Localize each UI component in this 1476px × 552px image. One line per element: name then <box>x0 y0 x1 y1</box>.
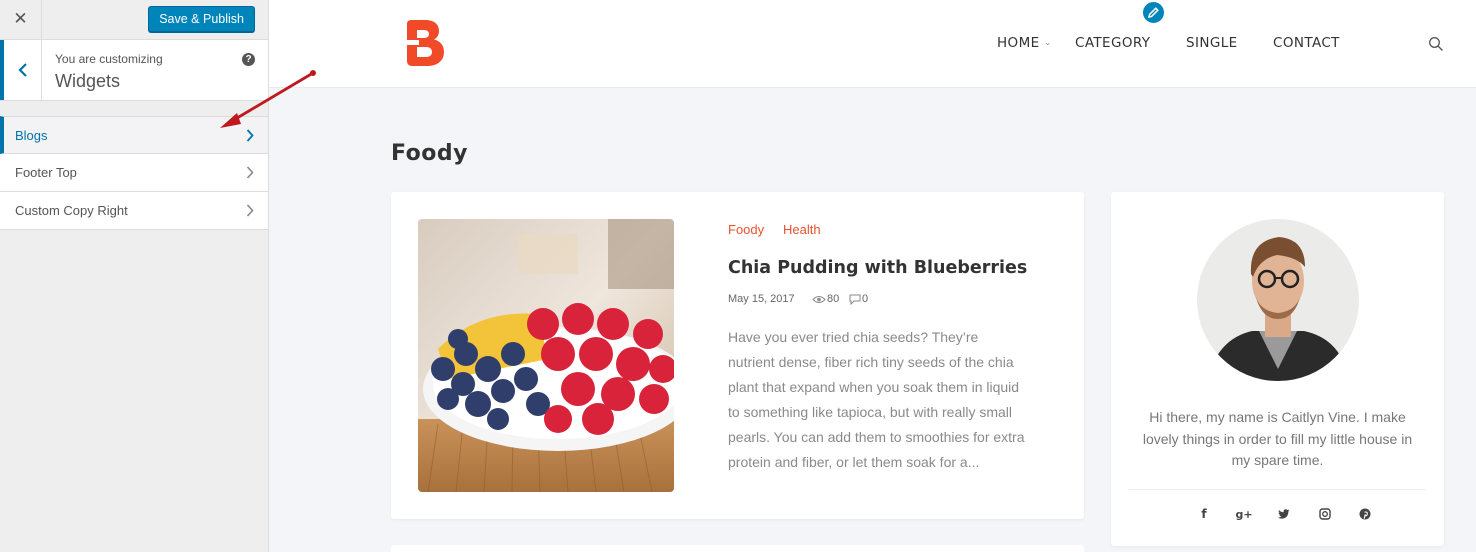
customizer-header: ✕ Save & Publish <box>0 0 268 40</box>
post-category-link[interactable]: Health <box>783 222 821 237</box>
widget-divider <box>1129 489 1426 490</box>
facebook-icon[interactable]: f <box>1195 506 1213 522</box>
page-title: Foody <box>391 141 468 166</box>
save-publish-button[interactable]: Save & Publish <box>148 6 255 32</box>
chevron-right-icon <box>246 204 254 217</box>
widget-area-label: Custom Copy Right <box>15 203 128 218</box>
widget-area-blogs[interactable]: Blogs <box>0 116 268 154</box>
site-header: HOME ⌄ CATEGORY SINGLE CONTACT <box>269 0 1476 88</box>
panel-title: Widgets <box>55 71 121 91</box>
post-category-link[interactable]: Foody <box>728 222 764 237</box>
next-post-card <box>391 545 1084 552</box>
widget-area-footer-top[interactable]: Footer Top <box>0 154 268 192</box>
widget-area-custom-copy-right[interactable]: Custom Copy Right <box>0 192 268 230</box>
chevron-right-icon <box>246 166 254 179</box>
chevron-down-icon: ⌄ <box>1044 37 1052 47</box>
post-excerpt: Have you ever tried chia seeds? They’re … <box>728 329 1025 470</box>
about-widget: Hi there, my name is Caitlyn Vine. I mak… <box>1111 192 1444 546</box>
post-views: 80 <box>827 293 840 305</box>
nav-contact[interactable]: CONTACT <box>1273 35 1340 51</box>
widget-area-list: Blogs Footer Top Custom Copy Right <box>0 116 268 230</box>
customizing-context-label: You are customizing <box>55 52 163 66</box>
back-button[interactable] <box>0 40 42 100</box>
customizer-sidebar: ✕ Save & Publish You are customizing Wid… <box>0 0 269 552</box>
post-card: Foody Health Chia Pudding with Blueberri… <box>391 192 1084 519</box>
twitter-icon[interactable] <box>1275 506 1293 522</box>
customizer-info: You are customizing Widgets ? <box>0 40 268 101</box>
search-icon[interactable] <box>1428 36 1444 52</box>
help-icon[interactable]: ? <box>242 53 255 66</box>
post-comments-count: 0 <box>862 293 869 305</box>
chevron-right-icon <box>246 129 254 142</box>
nav-single[interactable]: SINGLE <box>1186 35 1238 51</box>
pinterest-icon[interactable] <box>1356 506 1374 522</box>
post-image-berries[interactable] <box>418 219 674 492</box>
widget-area-label: Blogs <box>15 128 48 143</box>
close-icon: ✕ <box>13 9 28 29</box>
author-bio: Hi there, my name is Caitlyn Vine. I mak… <box>1142 409 1413 468</box>
comment-icon <box>849 294 861 305</box>
author-avatar <box>1197 219 1359 381</box>
nav-home[interactable]: HOME <box>997 35 1040 51</box>
edit-shortcut-button[interactable] <box>1141 0 1166 25</box>
close-customizer-button[interactable]: ✕ <box>0 0 42 39</box>
eye-icon <box>812 296 826 303</box>
chevron-left-icon <box>17 63 27 77</box>
post-title[interactable]: Chia Pudding with Blueberries <box>728 258 1027 278</box>
post-date: May 15, 2017 <box>728 293 795 305</box>
instagram-icon[interactable] <box>1316 506 1334 522</box>
google-plus-icon[interactable]: g+ <box>1235 506 1253 522</box>
site-logo[interactable] <box>403 18 447 68</box>
nav-category[interactable]: CATEGORY <box>1075 35 1150 51</box>
widget-area-label: Footer Top <box>15 165 77 180</box>
pencil-icon <box>1147 7 1159 19</box>
site-preview: HOME ⌄ CATEGORY SINGLE CONTACT Foody Foo… <box>269 0 1476 552</box>
